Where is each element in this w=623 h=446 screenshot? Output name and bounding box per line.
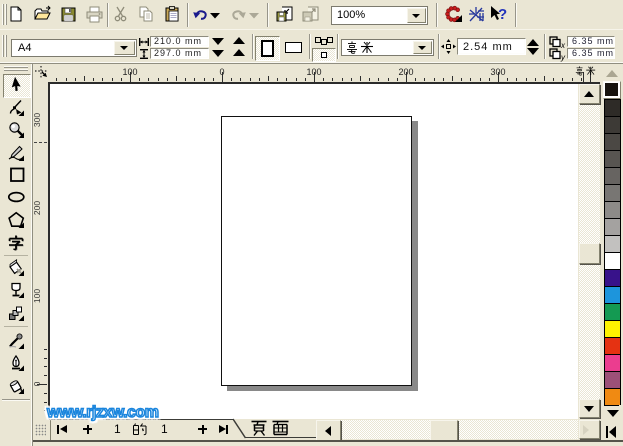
svg-text:?: ?	[498, 6, 507, 23]
svg-text:y: y	[560, 53, 566, 62]
